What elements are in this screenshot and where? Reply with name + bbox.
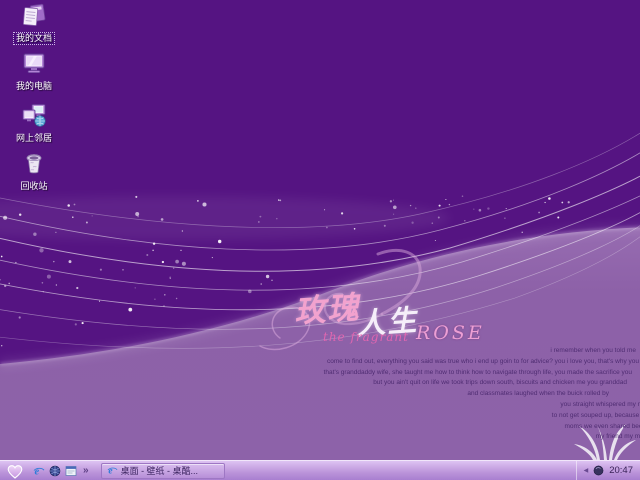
tray-expand-chevron-icon[interactable]: ◀ xyxy=(584,467,589,474)
svg-text:e: e xyxy=(108,466,113,476)
my-documents-icon xyxy=(21,2,47,28)
taskbar: e » e 桌面 - 壁纸 - 桌酷... ◀ xyxy=(0,460,640,480)
icon-label: 我的电脑 xyxy=(13,80,55,93)
taskbar-window-button[interactable]: e 桌面 - 壁纸 - 桌酷... xyxy=(101,463,225,479)
desktop-icon-recycle-bin[interactable]: 回收站 xyxy=(6,150,62,194)
network-places-icon xyxy=(21,102,47,128)
icon-label: 我的文档 xyxy=(13,32,55,45)
start-button-heart-icon[interactable] xyxy=(6,463,24,479)
globe-icon[interactable] xyxy=(49,465,61,477)
system-tray: ◀ 20:47 xyxy=(576,461,640,480)
taskbar-clock[interactable]: 20:47 xyxy=(609,465,633,476)
desktop-icon-network-places[interactable]: 网上邻居 xyxy=(6,102,62,146)
internet-explorer-icon[interactable]: e xyxy=(33,465,45,477)
wallpaper-image xyxy=(0,0,640,480)
desktop-icon-my-computer[interactable]: 我的电脑 xyxy=(6,50,62,94)
internet-explorer-icon: e xyxy=(107,465,118,476)
recycle-bin-icon xyxy=(21,150,47,176)
taskbar-window-title: 桌面 - 壁纸 - 桌酷... xyxy=(121,464,199,477)
quick-launch-overflow-chevron[interactable]: » xyxy=(83,466,89,476)
icon-label: 回收站 xyxy=(17,180,50,193)
desktop-icon-my-documents[interactable]: 我的文档 xyxy=(6,2,62,46)
icon-label: 网上邻居 xyxy=(13,132,55,145)
desktop[interactable]: 玫瑰 人生 the fragrant ROSE i remember when … xyxy=(0,0,640,480)
tray-app-icon[interactable] xyxy=(593,465,604,476)
my-computer-icon xyxy=(21,50,47,76)
window-icon[interactable] xyxy=(65,465,77,477)
quick-launch-bar: e » xyxy=(33,465,89,477)
